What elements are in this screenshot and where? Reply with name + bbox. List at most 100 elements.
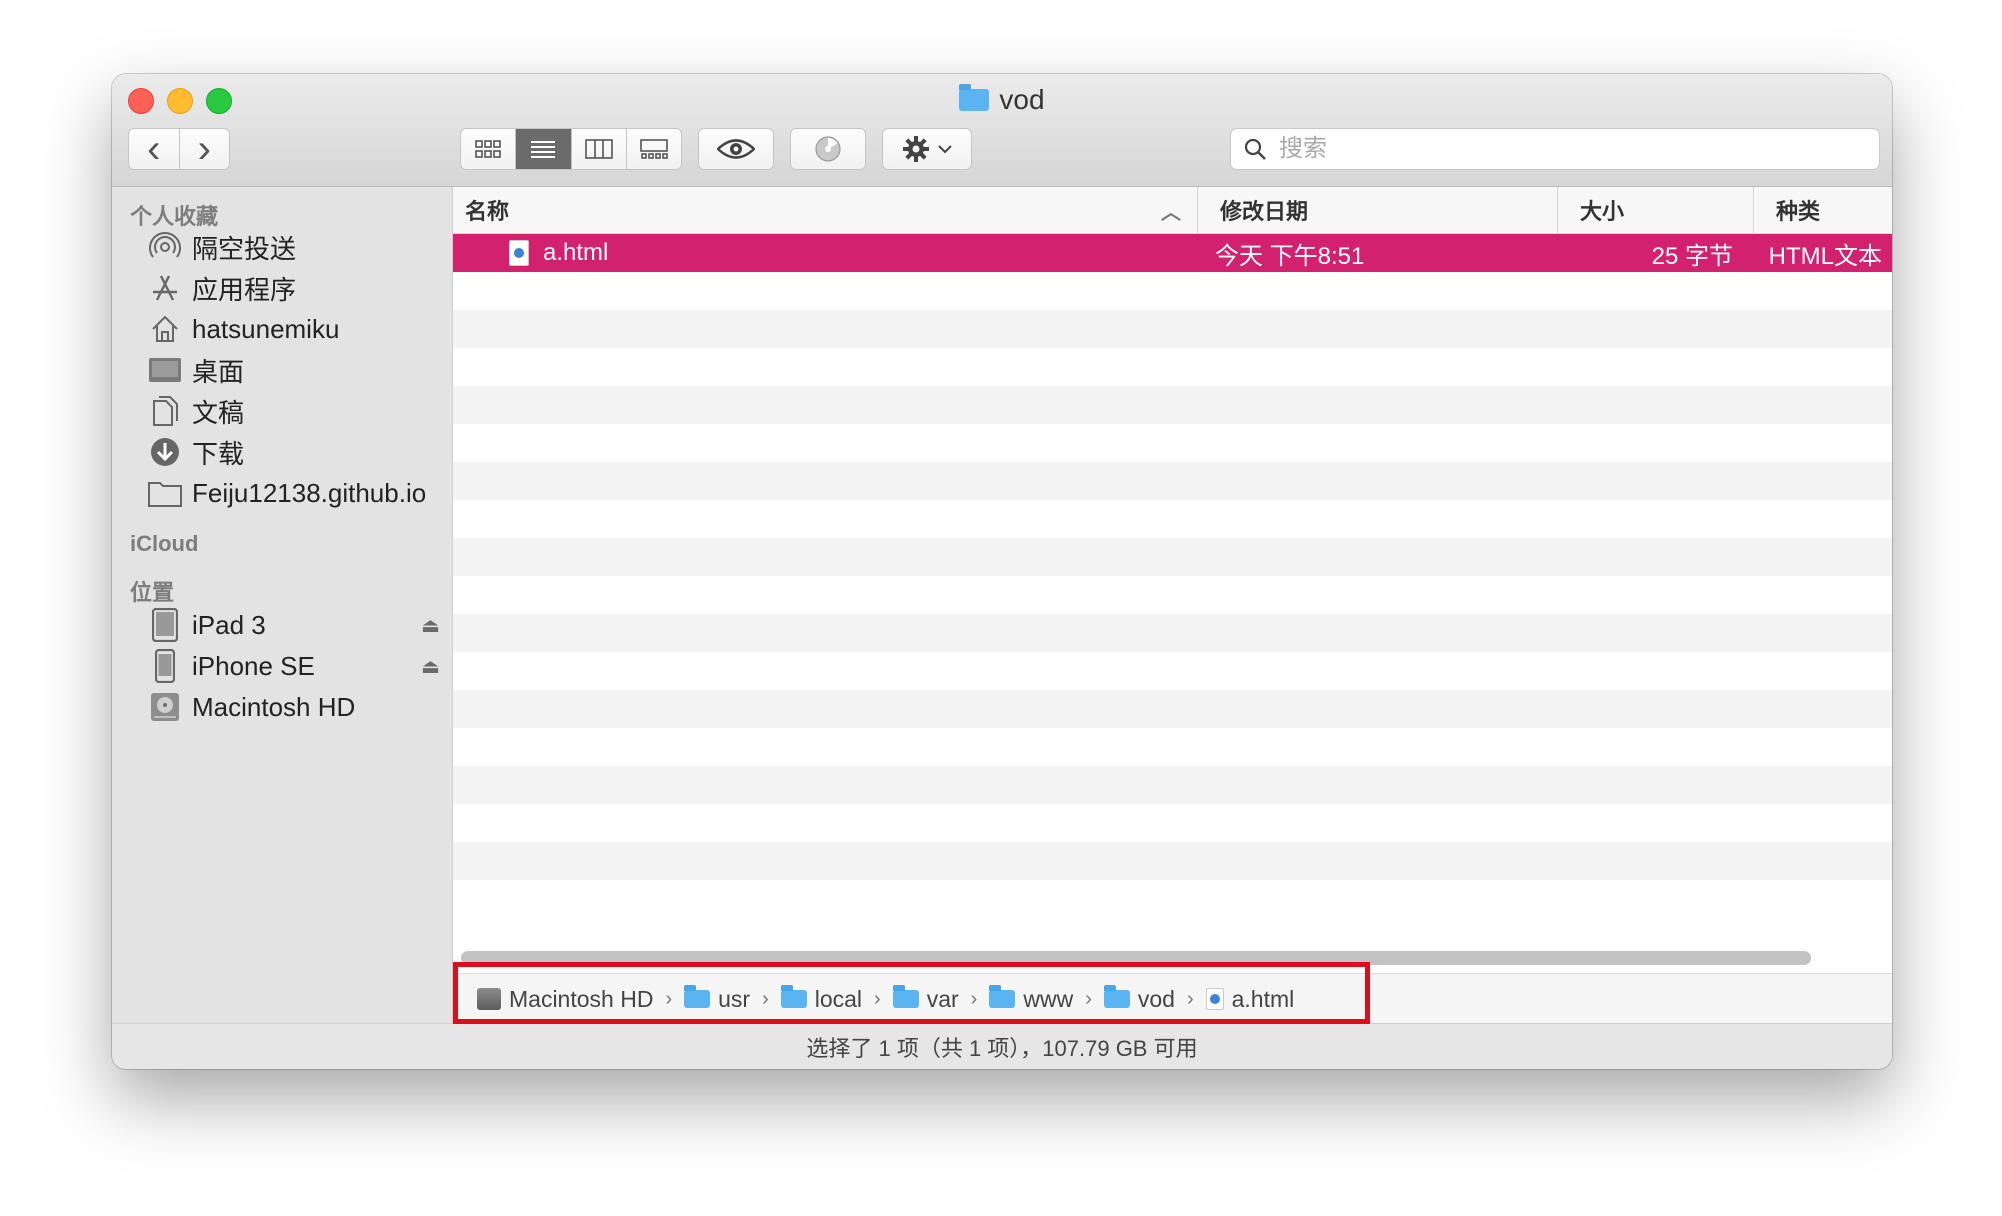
gallery-view-button[interactable]: [625, 129, 681, 169]
column-header-kind[interactable]: 种类: [1753, 187, 1892, 233]
empty-row: [453, 652, 1892, 690]
empty-row: [453, 880, 1892, 912]
sidebar-item-applications[interactable]: 应用程序: [148, 268, 448, 308]
iphone-icon: [148, 649, 182, 683]
empty-row: [453, 728, 1892, 766]
search-icon: [1244, 138, 1266, 160]
sidebar-item-label: Feiju12138.github.io: [192, 477, 427, 508]
sidebar-item-airdrop[interactable]: 隔空投送: [148, 227, 448, 267]
gallery-icon: [640, 139, 668, 159]
sidebar-item-label: hatsunemiku: [192, 313, 340, 344]
harddisk-icon: [148, 690, 182, 724]
sort-ascending-icon: ︿: [1161, 201, 1181, 224]
empty-row: [453, 424, 1892, 462]
empty-row: [453, 690, 1892, 728]
search-field[interactable]: [1230, 128, 1880, 170]
column-header-row: 名称 ︿ 修改日期 大小 种类: [453, 187, 1892, 234]
path-bar-highlight-annotation: [453, 962, 1370, 1024]
file-list: 名称 ︿ 修改日期 大小 种类 a.html 今天 下午8:51 25 字节 H…: [453, 187, 1892, 1024]
column-header-modified[interactable]: 修改日期: [1197, 187, 1557, 233]
column-header-label: 名称: [465, 199, 510, 224]
column-header-label: 修改日期: [1220, 199, 1309, 224]
empty-row: [453, 348, 1892, 386]
sidebar-item-macintosh-hd[interactable]: Macintosh HD: [148, 687, 448, 727]
burn-button[interactable]: [790, 128, 866, 170]
column-header-label: 种类: [1776, 199, 1821, 224]
empty-row: [453, 272, 1892, 310]
empty-row: [453, 576, 1892, 614]
navigation-buttons: ‹ ›: [128, 128, 230, 170]
sidebar-item-label: 下载: [192, 438, 245, 469]
downloads-icon: [148, 435, 182, 469]
sidebar-item-feiju-folder[interactable]: Feiju12138.github.io: [148, 473, 448, 513]
sidebar-item-documents[interactable]: 文稿: [148, 391, 448, 431]
sidebar-item-label: 应用程序: [192, 274, 297, 305]
empty-row: [453, 842, 1892, 880]
back-button[interactable]: ‹: [129, 129, 179, 169]
chevron-left-icon: ‹: [147, 128, 161, 170]
icon-view-button[interactable]: [461, 129, 515, 169]
sidebar-item-label: Macintosh HD: [192, 691, 356, 722]
folder-icon: [959, 84, 990, 111]
sidebar-item-label: 文稿: [192, 397, 245, 428]
empty-row: [453, 500, 1892, 538]
radiation-icon: [815, 136, 841, 162]
sidebar-item-iphone[interactable]: iPhone SE ⏏: [148, 646, 448, 686]
empty-row: [453, 462, 1892, 500]
list-icon: [531, 141, 556, 158]
sidebar-item-label: iPad 3: [192, 609, 266, 640]
forward-button[interactable]: ›: [178, 128, 230, 170]
ipad-icon: [148, 608, 182, 642]
finder-window: vod ‹ › 搜索 个人收藏 隔空投送 应用程序 hatsunemiku 桌面…: [112, 74, 1892, 1069]
file-kind: HTML文本: [1768, 242, 1882, 270]
empty-row: [453, 310, 1892, 348]
sidebar-section-icloud: iCloud: [130, 531, 199, 556]
empty-row: [453, 766, 1892, 804]
desktop-icon: [148, 353, 182, 387]
action-menu-button[interactable]: [882, 128, 972, 170]
empty-row: [453, 538, 1892, 576]
quick-look-button[interactable]: [698, 128, 774, 170]
sidebar-item-desktop[interactable]: 桌面: [148, 350, 448, 390]
applications-icon: [148, 271, 182, 305]
search-input[interactable]: [1277, 134, 1861, 164]
sidebar-item-ipad[interactable]: iPad 3 ⏏: [148, 605, 448, 645]
sidebar-section-locations: 位置: [130, 580, 175, 605]
documents-icon: [148, 394, 182, 428]
sidebar-item-home[interactable]: hatsunemiku: [148, 309, 448, 349]
sidebar-item-downloads[interactable]: 下载: [148, 432, 448, 472]
sidebar-item-label: 桌面: [192, 356, 245, 387]
file-row[interactable]: a.html 今天 下午8:51 25 字节 HTML文本: [453, 234, 1892, 272]
sidebar: 个人收藏 隔空投送 应用程序 hatsunemiku 桌面 文稿 下载 Feij…: [112, 187, 453, 1023]
sidebar-item-label: iPhone SE: [192, 650, 315, 681]
empty-row: [453, 614, 1892, 652]
column-header-label: 大小: [1580, 199, 1625, 224]
file-size: 25 字节: [1651, 242, 1733, 270]
eye-icon: [717, 139, 755, 159]
column-view-button[interactable]: [570, 129, 626, 169]
html-file-icon: [509, 240, 529, 266]
eject-icon[interactable]: ⏏: [421, 613, 440, 638]
columns-icon: [584, 139, 613, 159]
sidebar-item-label: 隔空投送: [192, 233, 297, 264]
chevron-right-icon: ›: [197, 128, 211, 170]
home-icon: [148, 312, 182, 346]
airdrop-icon: [148, 230, 182, 264]
empty-row: [453, 804, 1892, 842]
status-bar: 选择了 1 项（共 1 项），107.79 GB 可用: [112, 1023, 1892, 1069]
file-name: a.html: [543, 239, 609, 266]
column-header-name[interactable]: 名称 ︿: [465, 187, 1195, 233]
list-view-button[interactable]: [515, 129, 571, 169]
view-mode-group: [460, 128, 682, 170]
folder-icon: [148, 476, 182, 510]
window-title-label: vod: [999, 84, 1045, 115]
file-rows: a.html 今天 下午8:51 25 字节 HTML文本: [453, 234, 1892, 912]
empty-row: [453, 386, 1892, 424]
file-modified: 今天 下午8:51: [1215, 242, 1365, 270]
status-text: 选择了 1 项（共 1 项），107.79 GB 可用: [806, 1036, 1198, 1061]
column-header-size[interactable]: 大小: [1557, 187, 1753, 233]
grid-icon: [475, 140, 501, 158]
gear-icon: [903, 136, 929, 162]
eject-icon[interactable]: ⏏: [421, 654, 440, 679]
toolbar: vod ‹ ›: [112, 74, 1892, 187]
